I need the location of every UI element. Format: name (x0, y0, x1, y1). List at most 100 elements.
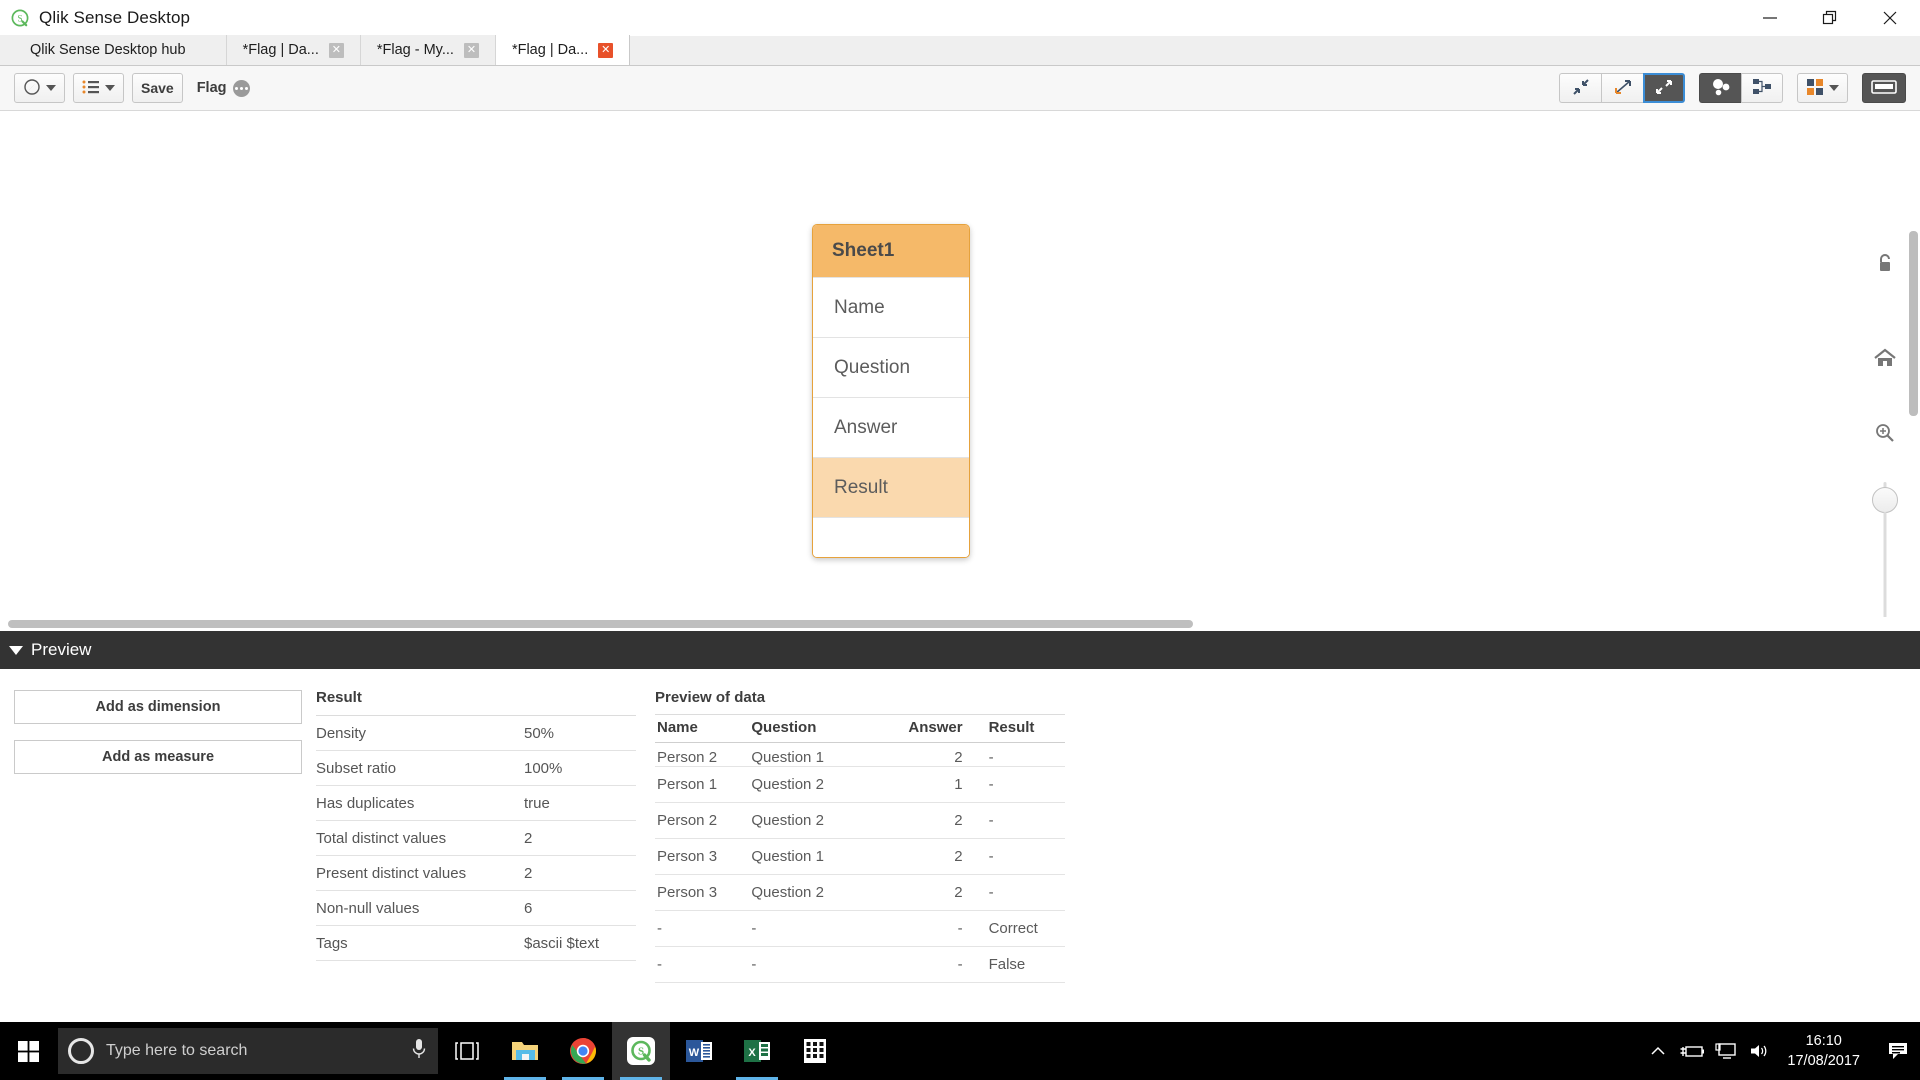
cell-result: - (988, 742, 1065, 767)
task-view-icon[interactable] (438, 1022, 496, 1080)
excel-icon[interactable]: X (728, 1022, 786, 1080)
node-view-button[interactable] (1741, 73, 1783, 103)
table-field-question[interactable]: Question (813, 337, 969, 397)
windows-start-icon[interactable] (0, 1022, 58, 1080)
zoom-in-icon[interactable] (1874, 422, 1896, 449)
chevron-down-icon (46, 85, 56, 91)
taskbar-clock[interactable]: 16:10 17/08/2017 (1777, 1031, 1876, 1071)
chrome-icon[interactable] (554, 1022, 612, 1080)
display-icon[interactable] (1709, 1022, 1743, 1080)
expand-all-button[interactable] (1643, 73, 1685, 103)
home-icon[interactable] (1873, 347, 1897, 374)
cell-answer: 2 (864, 802, 989, 839)
cell-name: Person 2 (655, 742, 752, 767)
qlik-logo-icon: S (11, 9, 30, 28)
table-card-sheet1[interactable]: Sheet1 Name Question Answer Result (812, 224, 970, 558)
cell-answer: 1 (864, 766, 989, 803)
minimize-icon[interactable] (1740, 0, 1800, 36)
cell-result: - (988, 838, 1065, 875)
triangle-down-icon[interactable] (9, 645, 23, 655)
add-as-dimension-button[interactable]: Add as dimension (14, 690, 302, 724)
calculator-icon[interactable] (786, 1022, 844, 1080)
stat-key: Tags (316, 934, 348, 952)
table-field-result[interactable]: Result (813, 457, 969, 517)
table-field-name[interactable]: Name (813, 277, 969, 337)
field-stats-panel: Result Density 50% Subset ratio 100% Has… (316, 689, 636, 961)
cell-name: - (655, 910, 752, 947)
battery-charging-icon[interactable] (1675, 1022, 1709, 1080)
close-icon[interactable] (1860, 0, 1920, 36)
column-header-answer[interactable]: Answer (864, 714, 989, 743)
preview-panel-header[interactable]: Preview (0, 631, 1920, 669)
svg-text:S: S (17, 13, 22, 23)
zoom-slider-track-lower[interactable] (1883, 512, 1887, 627)
bubble-view-button[interactable] (1699, 73, 1741, 103)
stat-value: 2 (524, 829, 533, 847)
table-field-answer[interactable]: Answer (813, 397, 969, 457)
qlik-sense-icon[interactable]: S (612, 1022, 670, 1080)
file-explorer-icon[interactable] (496, 1022, 554, 1080)
stat-key: Has duplicates (316, 794, 415, 812)
table-row: Person 1 Question 2 1 - (655, 766, 1065, 803)
preview-panel-toggle[interactable] (1862, 73, 1906, 103)
cell-result: - (988, 766, 1065, 803)
volume-icon[interactable] (1743, 1022, 1777, 1080)
cell-question: - (751, 910, 865, 947)
search-input[interactable]: Type here to search (58, 1028, 438, 1074)
tab-close-icon[interactable]: ✕ (328, 42, 344, 58)
add-as-measure-button[interactable]: Add as measure (14, 740, 302, 774)
cell-name: Person 1 (655, 766, 752, 803)
tab-strip: Qlik Sense Desktop hub *Flag | Da... ✕ *… (0, 35, 1920, 66)
word-icon[interactable]: W (670, 1022, 728, 1080)
lock-icon[interactable] (1875, 252, 1895, 279)
column-header-question[interactable]: Question (751, 714, 865, 743)
stat-row-subset-ratio: Subset ratio 100% (316, 751, 636, 786)
tab-flag-data-1[interactable]: *Flag | Da... ✕ (226, 35, 361, 65)
stat-row-tags: Tags $ascii $text (316, 926, 636, 961)
sheet-list-dropdown-button[interactable] (73, 73, 124, 103)
layout-grid-button[interactable] (1797, 73, 1848, 103)
table-header-row: Name Question Answer Result (655, 714, 1065, 743)
scrollbar-thumb[interactable] (8, 620, 1193, 628)
preview-toggle-group (1862, 73, 1906, 103)
stat-row-non-null-values: Non-null values 6 (316, 891, 636, 926)
stat-key: Subset ratio (316, 759, 397, 777)
notification-icon[interactable] (1876, 1022, 1920, 1080)
save-button[interactable]: Save (132, 73, 183, 103)
tab-close-icon[interactable]: ✕ (598, 42, 614, 58)
data-model-canvas[interactable]: Sheet1 Name Question Answer Result (0, 111, 1920, 628)
chevron-up-icon[interactable] (1641, 1022, 1675, 1080)
microphone-icon[interactable] (410, 1037, 428, 1066)
layout-mode-group (1699, 73, 1783, 103)
tab-flag-data-2-active[interactable]: *Flag | Da... ✕ (495, 35, 631, 65)
collapse-diagonal-button[interactable] (1601, 73, 1643, 103)
canvas-horizontal-scrollbar[interactable] (0, 617, 1920, 631)
more-options-icon[interactable] (232, 79, 250, 97)
column-header-name[interactable]: Name (655, 714, 752, 743)
windows-taskbar: Type here to search S W X 16:10 17/08/20… (0, 1022, 1920, 1080)
tab-close-icon[interactable]: ✕ (463, 42, 479, 58)
table-row: Person 2 Question 1 2 - (655, 742, 1065, 767)
view-mode-group (1559, 73, 1685, 103)
collapse-all-button[interactable] (1559, 73, 1601, 103)
cell-result: - (988, 874, 1065, 911)
window-title: Qlik Sense Desktop (39, 8, 191, 27)
navigation-dropdown-button[interactable] (14, 73, 65, 103)
button-label: Add as dimension (95, 699, 221, 715)
cell-question: Question 1 (751, 838, 865, 875)
node-grid-icon (1751, 78, 1773, 99)
app-name-label: Flag (197, 79, 250, 97)
svg-text:X: X (748, 1047, 756, 1059)
zoom-slider-thumb[interactable] (1872, 487, 1898, 513)
tab-flag-my[interactable]: *Flag - My... ✕ (360, 35, 496, 65)
stat-key: Present distinct values (316, 864, 467, 882)
collapse-diagonal-icon (1613, 78, 1633, 99)
stat-row-has-duplicates: Has duplicates true (316, 786, 636, 821)
data-preview-scroll[interactable]: Name Question Answer Result Person 2 Que… (655, 714, 1065, 983)
tab-hub[interactable]: Qlik Sense Desktop hub (0, 35, 227, 65)
cell-result: Correct (988, 910, 1065, 947)
svg-text:S: S (638, 1046, 644, 1058)
cell-question: Question 2 (751, 874, 865, 911)
column-header-result[interactable]: Result (988, 714, 1065, 743)
restore-icon[interactable] (1800, 0, 1860, 36)
